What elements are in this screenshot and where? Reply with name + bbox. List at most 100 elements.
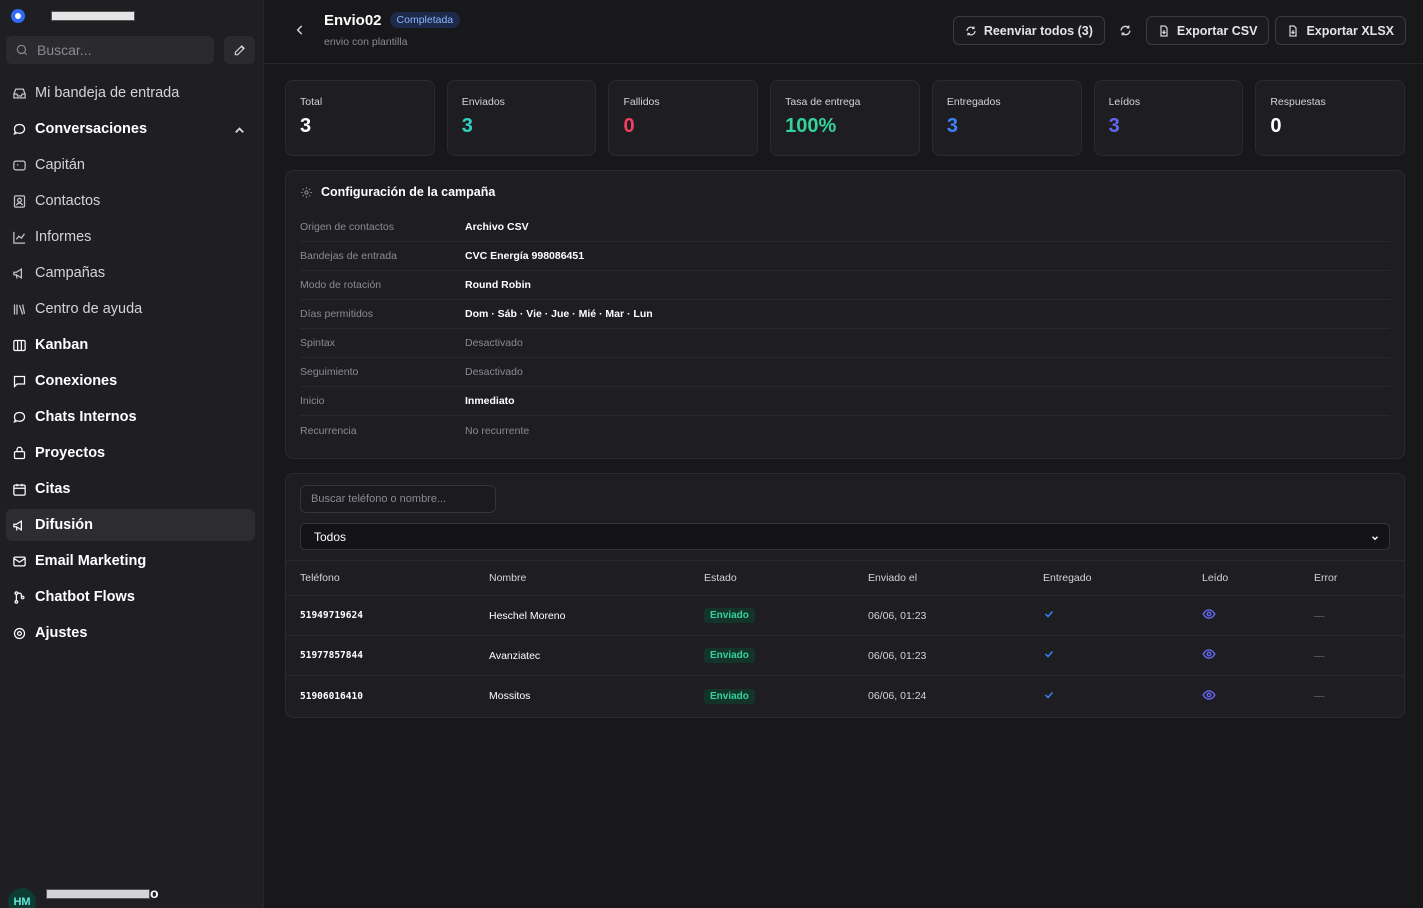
check-icon: [1044, 610, 1054, 618]
sidebar-item-conversations[interactable]: Conversaciones: [6, 113, 255, 145]
header-actions: Reenviar todos (3) Exportar CSV Exportar…: [952, 16, 1406, 45]
config-value: Inmediato: [465, 395, 515, 407]
cell-phone: 51977857844: [300, 650, 363, 661]
user-profile[interactable]: HM o: [8, 885, 159, 908]
sidebar-item-help-center[interactable]: Centro de ayuda: [6, 293, 255, 325]
config-row: Modo de rotación Round Robin: [300, 271, 1390, 300]
sidebar-item-inbox[interactable]: Mi bandeja de entrada: [6, 77, 255, 109]
sidebar-item-projects[interactable]: Proyectos: [6, 437, 255, 469]
sidebar: Buscar... Mi bandeja de entrada Conversa…: [0, 0, 264, 908]
back-button[interactable]: [292, 22, 308, 38]
recipient-search-placeholder: Buscar teléfono o nombre...: [311, 493, 447, 505]
column-header[interactable]: Leído: [1202, 572, 1314, 584]
column-header[interactable]: Entregado: [1043, 572, 1202, 584]
config-value: Archivo CSV: [465, 221, 529, 233]
status-badge: Enviado: [704, 688, 755, 704]
table-row[interactable]: 51906016410 Mossitos Enviado 06/06, 01:2…: [286, 676, 1404, 716]
config-row: Origen de contactos Archivo CSV: [300, 213, 1390, 242]
cell-error: —: [1314, 649, 1325, 662]
check-icon: [1044, 650, 1054, 658]
config-title: Configuración de la campaña: [300, 185, 1390, 199]
cell-delivered: [1043, 689, 1202, 704]
stat-label: Entregados: [946, 96, 1001, 108]
column-header[interactable]: Teléfono: [300, 572, 489, 584]
sidebar-item-label: Kanban: [35, 337, 89, 353]
sidebar-item-broadcast[interactable]: Difusión: [6, 509, 255, 541]
column-header[interactable]: Estado: [704, 572, 868, 584]
chat-bubble-icon: [13, 411, 26, 423]
resend-all-label: Reenviar todos (3): [983, 23, 1093, 38]
page-header: Envio02 Completada envio con plantilla R…: [264, 0, 1423, 64]
refresh-icon: [966, 26, 976, 35]
stat-value: 0: [623, 115, 635, 137]
config-label: Recurrencia: [300, 424, 357, 437]
app-logo-icon[interactable]: [11, 9, 25, 23]
page-subtitle: envio con plantilla: [324, 35, 408, 48]
sidebar-item-label: Informes: [35, 229, 92, 245]
sidebar-item-email-marketing[interactable]: Email Marketing: [6, 545, 255, 577]
resend-all-button[interactable]: Reenviar todos (3): [952, 16, 1105, 45]
config-row: Seguimiento Desactivado: [300, 358, 1390, 387]
compose-button[interactable]: [224, 36, 255, 64]
stats-row: Total 3 Enviados 3 Fallidos 0 Tasa de en…: [264, 64, 1423, 156]
sidebar-item-appointments[interactable]: Citas: [6, 473, 255, 505]
table-row[interactable]: 51977857844 Avanziatec Enviado 06/06, 01…: [286, 636, 1404, 676]
status-filter-value: Todos: [314, 529, 347, 544]
table-row[interactable]: 51949719624 Heschel Moreno Enviado 06/06…: [286, 596, 1404, 636]
config-label: Modo de rotación: [300, 279, 382, 291]
sidebar-item-reports[interactable]: Informes: [6, 221, 255, 253]
stat-card-read: Leídos 3: [1093, 80, 1244, 156]
cell-status: Enviado: [704, 608, 868, 623]
export-xlsx-button[interactable]: Exportar XLSX: [1275, 16, 1406, 45]
account-name-redacted[interactable]: [51, 11, 135, 21]
title-row: Envio02 Completada: [324, 12, 461, 29]
refresh-icon: [1120, 25, 1131, 36]
reload-button[interactable]: [1111, 16, 1140, 45]
export-csv-button[interactable]: Exportar CSV: [1145, 16, 1270, 45]
stat-label: Fallidos: [623, 96, 660, 108]
cell-read: [1202, 648, 1314, 663]
stat-card-replies: Respuestas 0: [1255, 80, 1406, 156]
cell-name: Heschel Moreno: [489, 609, 566, 622]
campaign-config-card: Configuración de la campaña Origen de co…: [285, 170, 1405, 459]
cell-error: —: [1314, 690, 1325, 702]
column-header[interactable]: Nombre: [489, 572, 704, 584]
column-header[interactable]: Enviado el: [868, 572, 1043, 584]
pencil-icon: [234, 45, 245, 56]
sidebar-item-label: Conexiones: [35, 373, 118, 389]
broadcast-megaphone-icon: [13, 519, 22, 531]
sidebar-item-internal-chats[interactable]: Chats Internos: [6, 401, 255, 433]
cell-delivered: [1043, 608, 1202, 623]
sidebar-item-kanban[interactable]: Kanban: [6, 329, 255, 361]
sidebar-nav: Mi bandeja de entrada Conversaciones Cap…: [0, 77, 263, 649]
sidebar-item-campaigns[interactable]: Campañas: [6, 257, 255, 289]
config-row: Spintax Desactivado: [300, 329, 1390, 358]
cell-read: [1202, 689, 1314, 704]
config-value: Desactivado: [465, 337, 523, 349]
export-xlsx-label: Exportar XLSX: [1306, 23, 1394, 38]
chevron-up-icon[interactable]: [232, 123, 247, 138]
sidebar-item-captain[interactable]: Capitán: [6, 149, 255, 181]
avatar[interactable]: HM: [8, 888, 36, 908]
recipient-search-input[interactable]: Buscar teléfono o nombre...: [300, 485, 496, 513]
config-value: Dom · Sáb · Vie · Jue · Mié · Mar · Lun: [465, 308, 653, 320]
sidebar-search-input[interactable]: Buscar...: [6, 36, 214, 64]
flow-icon: [14, 590, 25, 604]
config-value: CVC Energía 998086451: [465, 250, 585, 262]
config-label: Bandejas de entrada: [300, 250, 397, 262]
column-header[interactable]: Error: [1314, 572, 1394, 584]
sidebar-item-contacts[interactable]: Contactos: [6, 185, 255, 217]
sidebar-search-row: Buscar...: [0, 36, 263, 64]
cell-delivered: [1043, 648, 1202, 663]
chevron-left-icon: [296, 24, 303, 35]
search-icon: [16, 44, 28, 56]
file-download-icon: [1160, 24, 1168, 37]
sidebar-item-chatbot-flows[interactable]: Chatbot Flows: [6, 581, 255, 613]
sidebar-item-label: Mi bandeja de entrada: [35, 85, 180, 101]
status-badge: Completada: [389, 12, 461, 28]
sidebar-item-connections[interactable]: Conexiones: [6, 365, 255, 397]
status-filter-select[interactable]: Todos: [300, 523, 1390, 550]
config-row: Recurrencia No recurrente: [300, 416, 1390, 445]
sidebar-item-label: Email Marketing: [35, 553, 147, 569]
sidebar-item-settings[interactable]: Ajustes: [6, 617, 255, 649]
